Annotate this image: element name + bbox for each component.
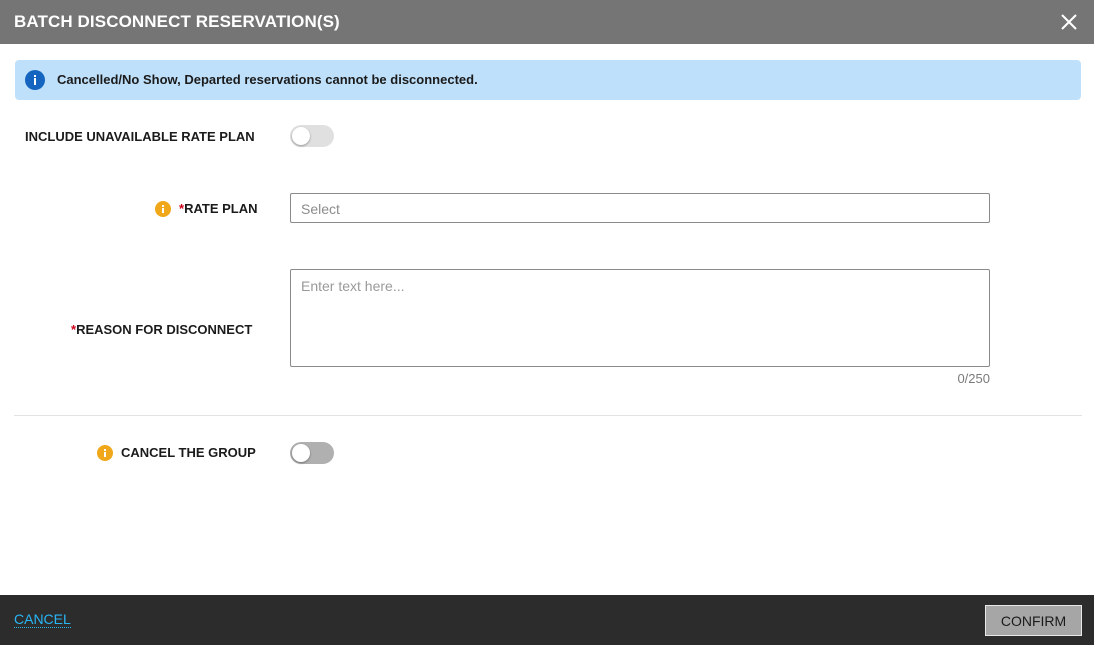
dialog-footer: CANCEL CONFIRM xyxy=(0,595,1094,645)
toggle-knob xyxy=(292,444,310,462)
rate-plan-label-text: RATE PLAN xyxy=(184,201,258,216)
reason-label: *REASON FOR DISCONNECT xyxy=(71,322,252,337)
rate-plan-label: *RATE PLAN xyxy=(179,201,258,216)
close-icon xyxy=(1061,14,1077,30)
cancel-group-toggle[interactable] xyxy=(290,442,334,464)
batch-disconnect-dialog: BATCH DISCONNECT RESERVATION(S) Cancelle… xyxy=(0,0,1094,645)
warning-info-icon[interactable] xyxy=(97,445,113,461)
reason-textarea[interactable] xyxy=(290,269,990,367)
toggle-knob xyxy=(292,127,310,145)
cancel-group-label: CANCEL THE GROUP xyxy=(121,445,256,460)
confirm-button[interactable]: CONFIRM xyxy=(985,605,1082,636)
include-unavailable-toggle[interactable] xyxy=(290,125,334,147)
info-icon xyxy=(25,70,45,90)
rate-plan-select[interactable]: Select xyxy=(290,193,990,223)
dialog-title: BATCH DISCONNECT RESERVATION(S) xyxy=(14,12,340,31)
section-divider xyxy=(14,415,1082,416)
cancel-link[interactable]: CANCEL xyxy=(14,611,71,628)
reason-label-text: REASON FOR DISCONNECT xyxy=(76,322,253,337)
char-count: 0/250 xyxy=(957,371,990,386)
info-banner: Cancelled/No Show, Departed reservations… xyxy=(15,60,1081,100)
close-button[interactable] xyxy=(1058,11,1080,33)
info-message: Cancelled/No Show, Departed reservations… xyxy=(57,72,478,87)
warning-info-icon[interactable] xyxy=(155,201,171,217)
include-unavailable-label: INCLUDE UNAVAILABLE RATE PLAN xyxy=(25,129,255,144)
dialog-header: BATCH DISCONNECT RESERVATION(S) xyxy=(0,0,1094,44)
